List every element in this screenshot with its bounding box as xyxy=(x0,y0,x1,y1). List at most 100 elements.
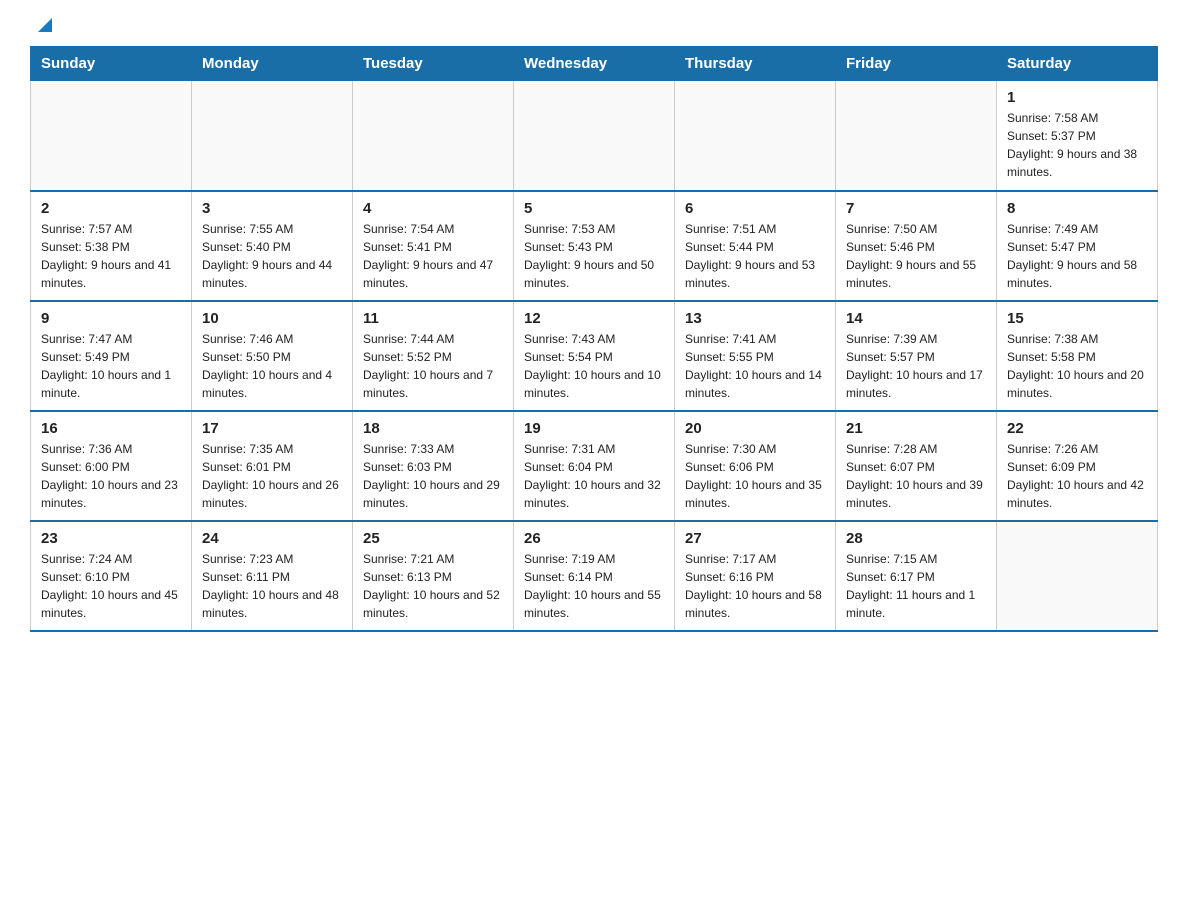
day-number: 9 xyxy=(41,310,181,327)
day-number: 27 xyxy=(685,530,825,547)
calendar-cell: 18 Sunrise: 7:33 AM Sunset: 6:03 PM Dayli… xyxy=(353,411,514,521)
page-header xyxy=(30,20,1158,28)
calendar-cell: 15 Sunrise: 7:38 AM Sunset: 5:58 PM Dayli… xyxy=(997,301,1158,411)
calendar-cell: 4 Sunrise: 7:54 AM Sunset: 5:41 PM Daylig… xyxy=(353,191,514,301)
weekday-header-sunday: Sunday xyxy=(31,47,192,81)
calendar-cell: 12 Sunrise: 7:43 AM Sunset: 5:54 PM Dayli… xyxy=(514,301,675,411)
calendar-cell xyxy=(675,81,836,191)
day-number: 6 xyxy=(685,200,825,217)
day-number: 8 xyxy=(1007,200,1147,217)
calendar-cell: 28Sunrise: 7:15 AM Sunset: 6:17 PM Dayli… xyxy=(836,521,997,631)
weekday-header-friday: Friday xyxy=(836,47,997,81)
day-info: Sunrise: 7:46 AM Sunset: 5:50 PM Dayligh… xyxy=(202,330,342,402)
day-number: 10 xyxy=(202,310,342,327)
weekday-header-row: SundayMondayTuesdayWednesdayThursdayFrid… xyxy=(31,47,1158,81)
calendar-cell: 6 Sunrise: 7:51 AM Sunset: 5:44 PM Daylig… xyxy=(675,191,836,301)
calendar-cell: 7 Sunrise: 7:50 AM Sunset: 5:46 PM Daylig… xyxy=(836,191,997,301)
day-info: Sunrise: 7:30 AM Sunset: 6:06 PM Dayligh… xyxy=(685,440,825,512)
day-number: 16 xyxy=(41,420,181,437)
calendar-cell: 24 Sunrise: 7:23 AM Sunset: 6:11 PM Dayli… xyxy=(192,521,353,631)
day-info: Sunrise: 7:39 AM Sunset: 5:57 PM Dayligh… xyxy=(846,330,986,402)
day-info: Sunrise: 7:36 AM Sunset: 6:00 PM Dayligh… xyxy=(41,440,181,512)
day-number: 17 xyxy=(202,420,342,437)
day-info: Sunrise: 7:21 AM Sunset: 6:13 PM Dayligh… xyxy=(363,550,503,622)
day-number: 23 xyxy=(41,530,181,547)
calendar-cell: 9 Sunrise: 7:47 AM Sunset: 5:49 PM Daylig… xyxy=(31,301,192,411)
calendar-cell: 14 Sunrise: 7:39 AM Sunset: 5:57 PM Dayli… xyxy=(836,301,997,411)
day-number: 7 xyxy=(846,200,986,217)
calendar-cell xyxy=(353,81,514,191)
day-number: 14 xyxy=(846,310,986,327)
day-info: Sunrise: 7:54 AM Sunset: 5:41 PM Dayligh… xyxy=(363,220,503,292)
calendar-cell: 23Sunrise: 7:24 AM Sunset: 6:10 PM Dayli… xyxy=(31,521,192,631)
week-row-1: 1Sunrise: 7:58 AM Sunset: 5:37 PM Daylig… xyxy=(31,81,1158,191)
day-number: 28 xyxy=(846,530,986,547)
day-number: 18 xyxy=(363,420,503,437)
calendar-cell: 2 Sunrise: 7:57 AM Sunset: 5:38 PM Daylig… xyxy=(31,191,192,301)
calendar-cell xyxy=(836,81,997,191)
weekday-header-saturday: Saturday xyxy=(997,47,1158,81)
calendar-cell: 8 Sunrise: 7:49 AM Sunset: 5:47 PM Daylig… xyxy=(997,191,1158,301)
day-info: Sunrise: 7:53 AM Sunset: 5:43 PM Dayligh… xyxy=(524,220,664,292)
day-number: 15 xyxy=(1007,310,1147,327)
logo xyxy=(30,20,56,28)
calendar-cell: 25 Sunrise: 7:21 AM Sunset: 6:13 PM Dayli… xyxy=(353,521,514,631)
calendar-cell: 26 Sunrise: 7:19 AM Sunset: 6:14 PM Dayli… xyxy=(514,521,675,631)
day-info: Sunrise: 7:47 AM Sunset: 5:49 PM Dayligh… xyxy=(41,330,181,402)
day-number: 25 xyxy=(363,530,503,547)
calendar-cell: 16 Sunrise: 7:36 AM Sunset: 6:00 PM Dayli… xyxy=(31,411,192,521)
weekday-header-wednesday: Wednesday xyxy=(514,47,675,81)
day-info: Sunrise: 7:55 AM Sunset: 5:40 PM Dayligh… xyxy=(202,220,342,292)
calendar-cell xyxy=(31,81,192,191)
day-info: Sunrise: 7:49 AM Sunset: 5:47 PM Dayligh… xyxy=(1007,220,1147,292)
calendar-cell: 21Sunrise: 7:28 AM Sunset: 6:07 PM Dayli… xyxy=(836,411,997,521)
day-number: 24 xyxy=(202,530,342,547)
day-info: Sunrise: 7:41 AM Sunset: 5:55 PM Dayligh… xyxy=(685,330,825,402)
weekday-header-tuesday: Tuesday xyxy=(353,47,514,81)
day-info: Sunrise: 7:28 AM Sunset: 6:07 PM Dayligh… xyxy=(846,440,986,512)
calendar-cell xyxy=(997,521,1158,631)
calendar-cell: 27 Sunrise: 7:17 AM Sunset: 6:16 PM Dayli… xyxy=(675,521,836,631)
weekday-header-thursday: Thursday xyxy=(675,47,836,81)
day-info: Sunrise: 7:33 AM Sunset: 6:03 PM Dayligh… xyxy=(363,440,503,512)
day-info: Sunrise: 7:35 AM Sunset: 6:01 PM Dayligh… xyxy=(202,440,342,512)
calendar-cell: 13 Sunrise: 7:41 AM Sunset: 5:55 PM Dayli… xyxy=(675,301,836,411)
week-row-2: 2 Sunrise: 7:57 AM Sunset: 5:38 PM Daylig… xyxy=(31,191,1158,301)
calendar-cell: 5 Sunrise: 7:53 AM Sunset: 5:43 PM Daylig… xyxy=(514,191,675,301)
day-number: 4 xyxy=(363,200,503,217)
day-info: Sunrise: 7:50 AM Sunset: 5:46 PM Dayligh… xyxy=(846,220,986,292)
day-info: Sunrise: 7:23 AM Sunset: 6:11 PM Dayligh… xyxy=(202,550,342,622)
calendar-cell: 20 Sunrise: 7:30 AM Sunset: 6:06 PM Dayli… xyxy=(675,411,836,521)
calendar-cell xyxy=(192,81,353,191)
week-row-3: 9 Sunrise: 7:47 AM Sunset: 5:49 PM Daylig… xyxy=(31,301,1158,411)
calendar-cell: 17 Sunrise: 7:35 AM Sunset: 6:01 PM Dayli… xyxy=(192,411,353,521)
day-number: 12 xyxy=(524,310,664,327)
week-row-5: 23Sunrise: 7:24 AM Sunset: 6:10 PM Dayli… xyxy=(31,521,1158,631)
day-number: 1 xyxy=(1007,89,1147,106)
calendar-cell: 10 Sunrise: 7:46 AM Sunset: 5:50 PM Dayli… xyxy=(192,301,353,411)
day-number: 19 xyxy=(524,420,664,437)
calendar-cell: 1Sunrise: 7:58 AM Sunset: 5:37 PM Daylig… xyxy=(997,81,1158,191)
day-info: Sunrise: 7:51 AM Sunset: 5:44 PM Dayligh… xyxy=(685,220,825,292)
week-row-4: 16 Sunrise: 7:36 AM Sunset: 6:00 PM Dayli… xyxy=(31,411,1158,521)
day-number: 26 xyxy=(524,530,664,547)
day-number: 5 xyxy=(524,200,664,217)
logo-triangle-icon xyxy=(34,14,56,36)
day-number: 13 xyxy=(685,310,825,327)
day-number: 11 xyxy=(363,310,503,327)
calendar-cell: 3Sunrise: 7:55 AM Sunset: 5:40 PM Daylig… xyxy=(192,191,353,301)
day-info: Sunrise: 7:26 AM Sunset: 6:09 PM Dayligh… xyxy=(1007,440,1147,512)
day-number: 20 xyxy=(685,420,825,437)
day-info: Sunrise: 7:38 AM Sunset: 5:58 PM Dayligh… xyxy=(1007,330,1147,402)
day-number: 22 xyxy=(1007,420,1147,437)
day-info: Sunrise: 7:17 AM Sunset: 6:16 PM Dayligh… xyxy=(685,550,825,622)
calendar-table: SundayMondayTuesdayWednesdayThursdayFrid… xyxy=(30,46,1158,632)
calendar-cell: 11Sunrise: 7:44 AM Sunset: 5:52 PM Dayli… xyxy=(353,301,514,411)
day-info: Sunrise: 7:43 AM Sunset: 5:54 PM Dayligh… xyxy=(524,330,664,402)
weekday-header-monday: Monday xyxy=(192,47,353,81)
day-info: Sunrise: 7:57 AM Sunset: 5:38 PM Dayligh… xyxy=(41,220,181,292)
day-number: 2 xyxy=(41,200,181,217)
calendar-cell: 22 Sunrise: 7:26 AM Sunset: 6:09 PM Dayli… xyxy=(997,411,1158,521)
day-info: Sunrise: 7:19 AM Sunset: 6:14 PM Dayligh… xyxy=(524,550,664,622)
day-info: Sunrise: 7:31 AM Sunset: 6:04 PM Dayligh… xyxy=(524,440,664,512)
